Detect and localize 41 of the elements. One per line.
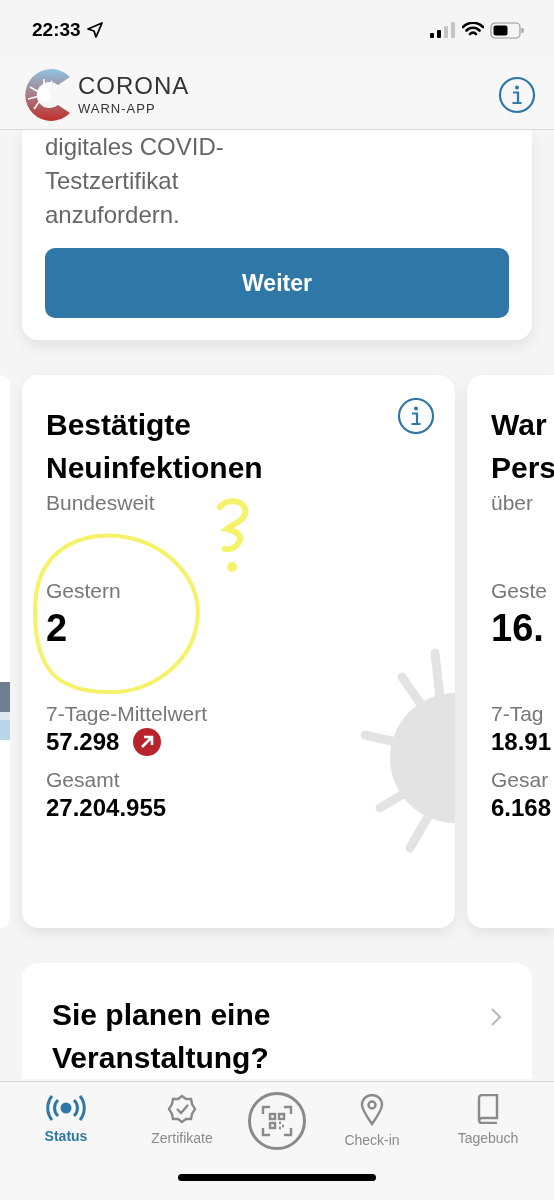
signal-icon [430, 22, 456, 38]
logo-subtitle: WARN-APP [78, 100, 157, 116]
tab-item[interactable]: Zertifikate [132, 1090, 232, 1150]
total-value: 6.168 [491, 794, 553, 822]
yesterday-label: Geste [491, 579, 549, 603]
card-title: Bestätigte Neuinfektionen [46, 407, 263, 486]
event-card[interactable]: Sie planen eine Veranstaltung? [22, 963, 532, 1079]
card-subtitle: über [491, 491, 535, 515]
total-value: 27.204.955 [46, 794, 168, 822]
logo-icon [22, 66, 72, 123]
yesterday-label: Gestern [46, 579, 122, 603]
yesterday-value: 16. [491, 607, 545, 650]
card-subtitle: Bundesweit [46, 491, 156, 515]
tab-item[interactable]: Check-in [322, 1090, 422, 1152]
qr-scan-button[interactable] [248, 1092, 306, 1150]
chevron-right-icon [490, 1007, 502, 1027]
broadcast-icon [46, 1094, 86, 1122]
total-label: Gesamt [46, 768, 121, 792]
average-value: 18.91 [491, 728, 552, 756]
tab-item[interactable]: Status [16, 1090, 116, 1148]
book-icon [476, 1094, 500, 1124]
average-value: 57.298 [46, 728, 120, 756]
info-icon[interactable] [397, 397, 435, 435]
card-text: digitales COVID- Testzertifikat anzufordern. [45, 132, 225, 230]
wifi-icon [462, 22, 484, 38]
tab-item[interactable]: Tagebuch [438, 1090, 538, 1150]
info-icon[interactable] [498, 75, 536, 114]
location-arrow-icon [86, 22, 103, 38]
event-title: Sie planen eine Veranstaltung? [52, 997, 272, 1076]
average-label: 7-Tag [491, 702, 545, 726]
location-pin-icon [360, 1094, 384, 1126]
battery-icon [490, 21, 524, 39]
average-label: 7-Tage-Mittelwert [46, 702, 209, 726]
qr-code-icon [261, 1105, 293, 1137]
yesterday-value: 2 [46, 607, 69, 650]
card-title: War Pers [491, 407, 554, 486]
logo-title: CORONA [78, 73, 190, 98]
total-label: Gesar [491, 768, 550, 792]
clock-time: 22:33 [32, 19, 81, 41]
badge-check-icon [167, 1094, 197, 1124]
continue-button[interactable]: Weiter [45, 248, 509, 318]
